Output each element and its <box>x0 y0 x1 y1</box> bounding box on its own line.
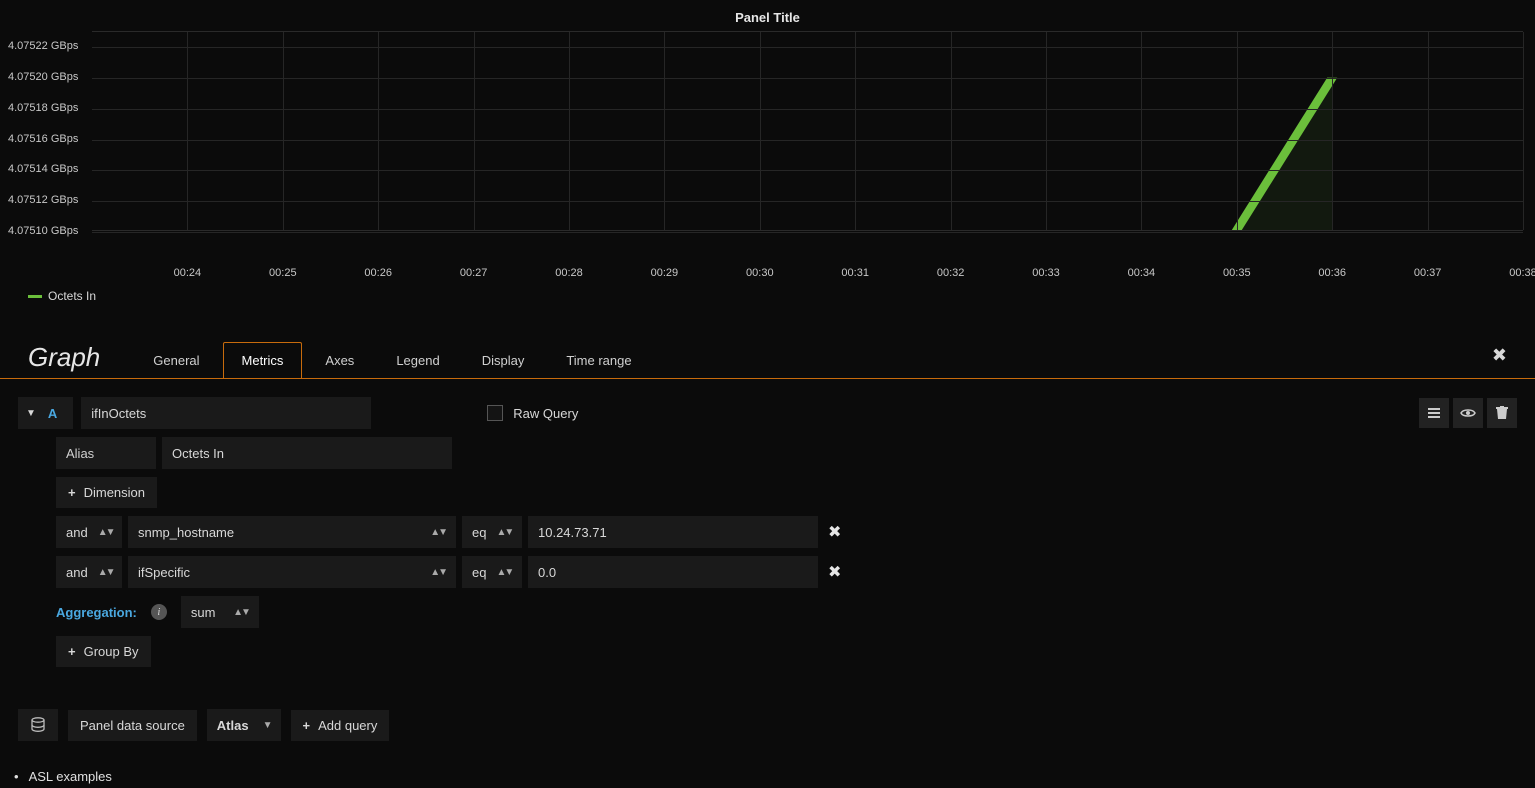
info-icon[interactable]: i <box>151 604 167 620</box>
query-menu-button[interactable] <box>1419 398 1449 428</box>
query-footer: Panel data source Atlas ▼ + Add query <box>18 709 1517 741</box>
chevron-down-icon: ▼ <box>26 408 36 419</box>
close-editor-button[interactable]: ✖ <box>1482 339 1517 378</box>
plus-icon: + <box>303 718 311 733</box>
tab-general[interactable]: General <box>134 342 218 378</box>
updown-icon: ▲▼ <box>496 527 512 538</box>
dimension-bool-select[interactable]: and▲▼ <box>56 516 122 548</box>
plus-icon: + <box>68 644 76 659</box>
database-icon <box>30 717 46 733</box>
tab-time-range[interactable]: Time range <box>547 342 650 378</box>
panel-datasource-label: Panel data source <box>68 710 197 741</box>
add-group-by-button[interactable]: + Group By <box>56 636 151 667</box>
raw-query-label: Raw Query <box>513 406 578 421</box>
updown-icon: ▲▼ <box>430 527 446 538</box>
alias-input[interactable] <box>162 437 452 469</box>
dimension-value-input[interactable] <box>528 556 818 588</box>
query-letter: A <box>40 406 65 421</box>
chart-area: 4.07510 GBps4.07512 GBps4.07514 GBps4.07… <box>0 31 1535 263</box>
raw-query-toggle[interactable]: Raw Query <box>487 405 578 421</box>
dimension-key-select[interactable]: snmp_hostname▲▼ <box>128 516 456 548</box>
tab-display[interactable]: Display <box>463 342 544 378</box>
group-by-label: Group By <box>84 644 139 659</box>
alias-label: Alias <box>56 437 156 469</box>
plus-icon: + <box>68 485 76 500</box>
datasource-icon-button[interactable] <box>18 709 58 741</box>
chart-plot <box>92 31 1523 231</box>
x-axis-labels: 00:2400:2500:2600:2700:2800:2900:3000:31… <box>92 263 1523 283</box>
query-collapse-toggle[interactable]: ▼ A <box>18 397 73 429</box>
dimension-key-select[interactable]: ifSpecific▲▼ <box>128 556 456 588</box>
chart-legend: Octets In <box>0 283 1535 313</box>
updown-icon: ▲▼ <box>98 567 114 578</box>
panel-container: Panel Title 4.07510 GBps4.07512 GBps4.07… <box>0 0 1535 313</box>
updown-icon: ▲▼ <box>98 527 114 538</box>
legend-series-name: Octets In <box>48 289 96 303</box>
remove-dimension-button[interactable]: ✖ <box>824 562 845 582</box>
dimension-value-input[interactable] <box>528 516 818 548</box>
panel-editor-tabs: Graph General Metrics Axes Legend Displa… <box>0 313 1535 379</box>
dimension-op-select[interactable]: eq▲▼ <box>462 516 522 548</box>
tab-metrics[interactable]: Metrics <box>223 342 303 378</box>
aggregation-select[interactable]: sum▲▼ <box>181 596 259 628</box>
alias-row: Alias <box>56 437 1517 469</box>
eye-icon <box>1460 407 1476 419</box>
tab-legend[interactable]: Legend <box>377 342 458 378</box>
metrics-editor: ▼ A Raw Query Alias + Dimension <box>0 379 1535 741</box>
aggregation-label: Aggregation: <box>56 605 137 620</box>
panel-type-label: Graph <box>28 344 100 378</box>
dimension-row-0: and▲▼ snmp_hostname▲▼ eq▲▼ ✖ <box>56 516 1517 548</box>
dimension-op-select[interactable]: eq▲▼ <box>462 556 522 588</box>
asl-examples-link[interactable]: ASL examples <box>14 769 112 784</box>
y-axis-labels: 4.07510 GBps4.07512 GBps4.07514 GBps4.07… <box>8 31 92 231</box>
metric-name-input[interactable] <box>81 397 371 429</box>
add-dimension-button[interactable]: + Dimension <box>56 477 157 508</box>
toggle-visibility-button[interactable] <box>1453 398 1483 428</box>
raw-query-checkbox[interactable] <box>487 405 503 421</box>
add-query-button[interactable]: + Add query <box>291 710 390 741</box>
datasource-select[interactable]: Atlas ▼ <box>207 709 281 741</box>
legend-swatch <box>28 295 42 298</box>
add-dimension-label: Dimension <box>84 485 145 500</box>
remove-dimension-button[interactable]: ✖ <box>824 522 845 542</box>
updown-icon: ▲▼ <box>496 567 512 578</box>
panel-title: Panel Title <box>0 0 1535 31</box>
hamburger-icon <box>1427 407 1441 419</box>
updown-icon: ▲▼ <box>233 607 249 618</box>
group-by-row: + Group By <box>56 636 1517 667</box>
dimension-bool-select[interactable]: and▲▼ <box>56 556 122 588</box>
add-dimension-row: + Dimension <box>56 477 1517 508</box>
chevron-down-icon: ▼ <box>263 720 271 731</box>
query-header-row: ▼ A Raw Query <box>18 397 1517 429</box>
aggregation-row: Aggregation: i sum▲▼ <box>56 596 1517 628</box>
trash-icon <box>1496 406 1508 420</box>
dimension-row-1: and▲▼ ifSpecific▲▼ eq▲▼ ✖ <box>56 556 1517 588</box>
delete-query-button[interactable] <box>1487 398 1517 428</box>
updown-icon: ▲▼ <box>430 567 446 578</box>
tab-axes[interactable]: Axes <box>306 342 373 378</box>
